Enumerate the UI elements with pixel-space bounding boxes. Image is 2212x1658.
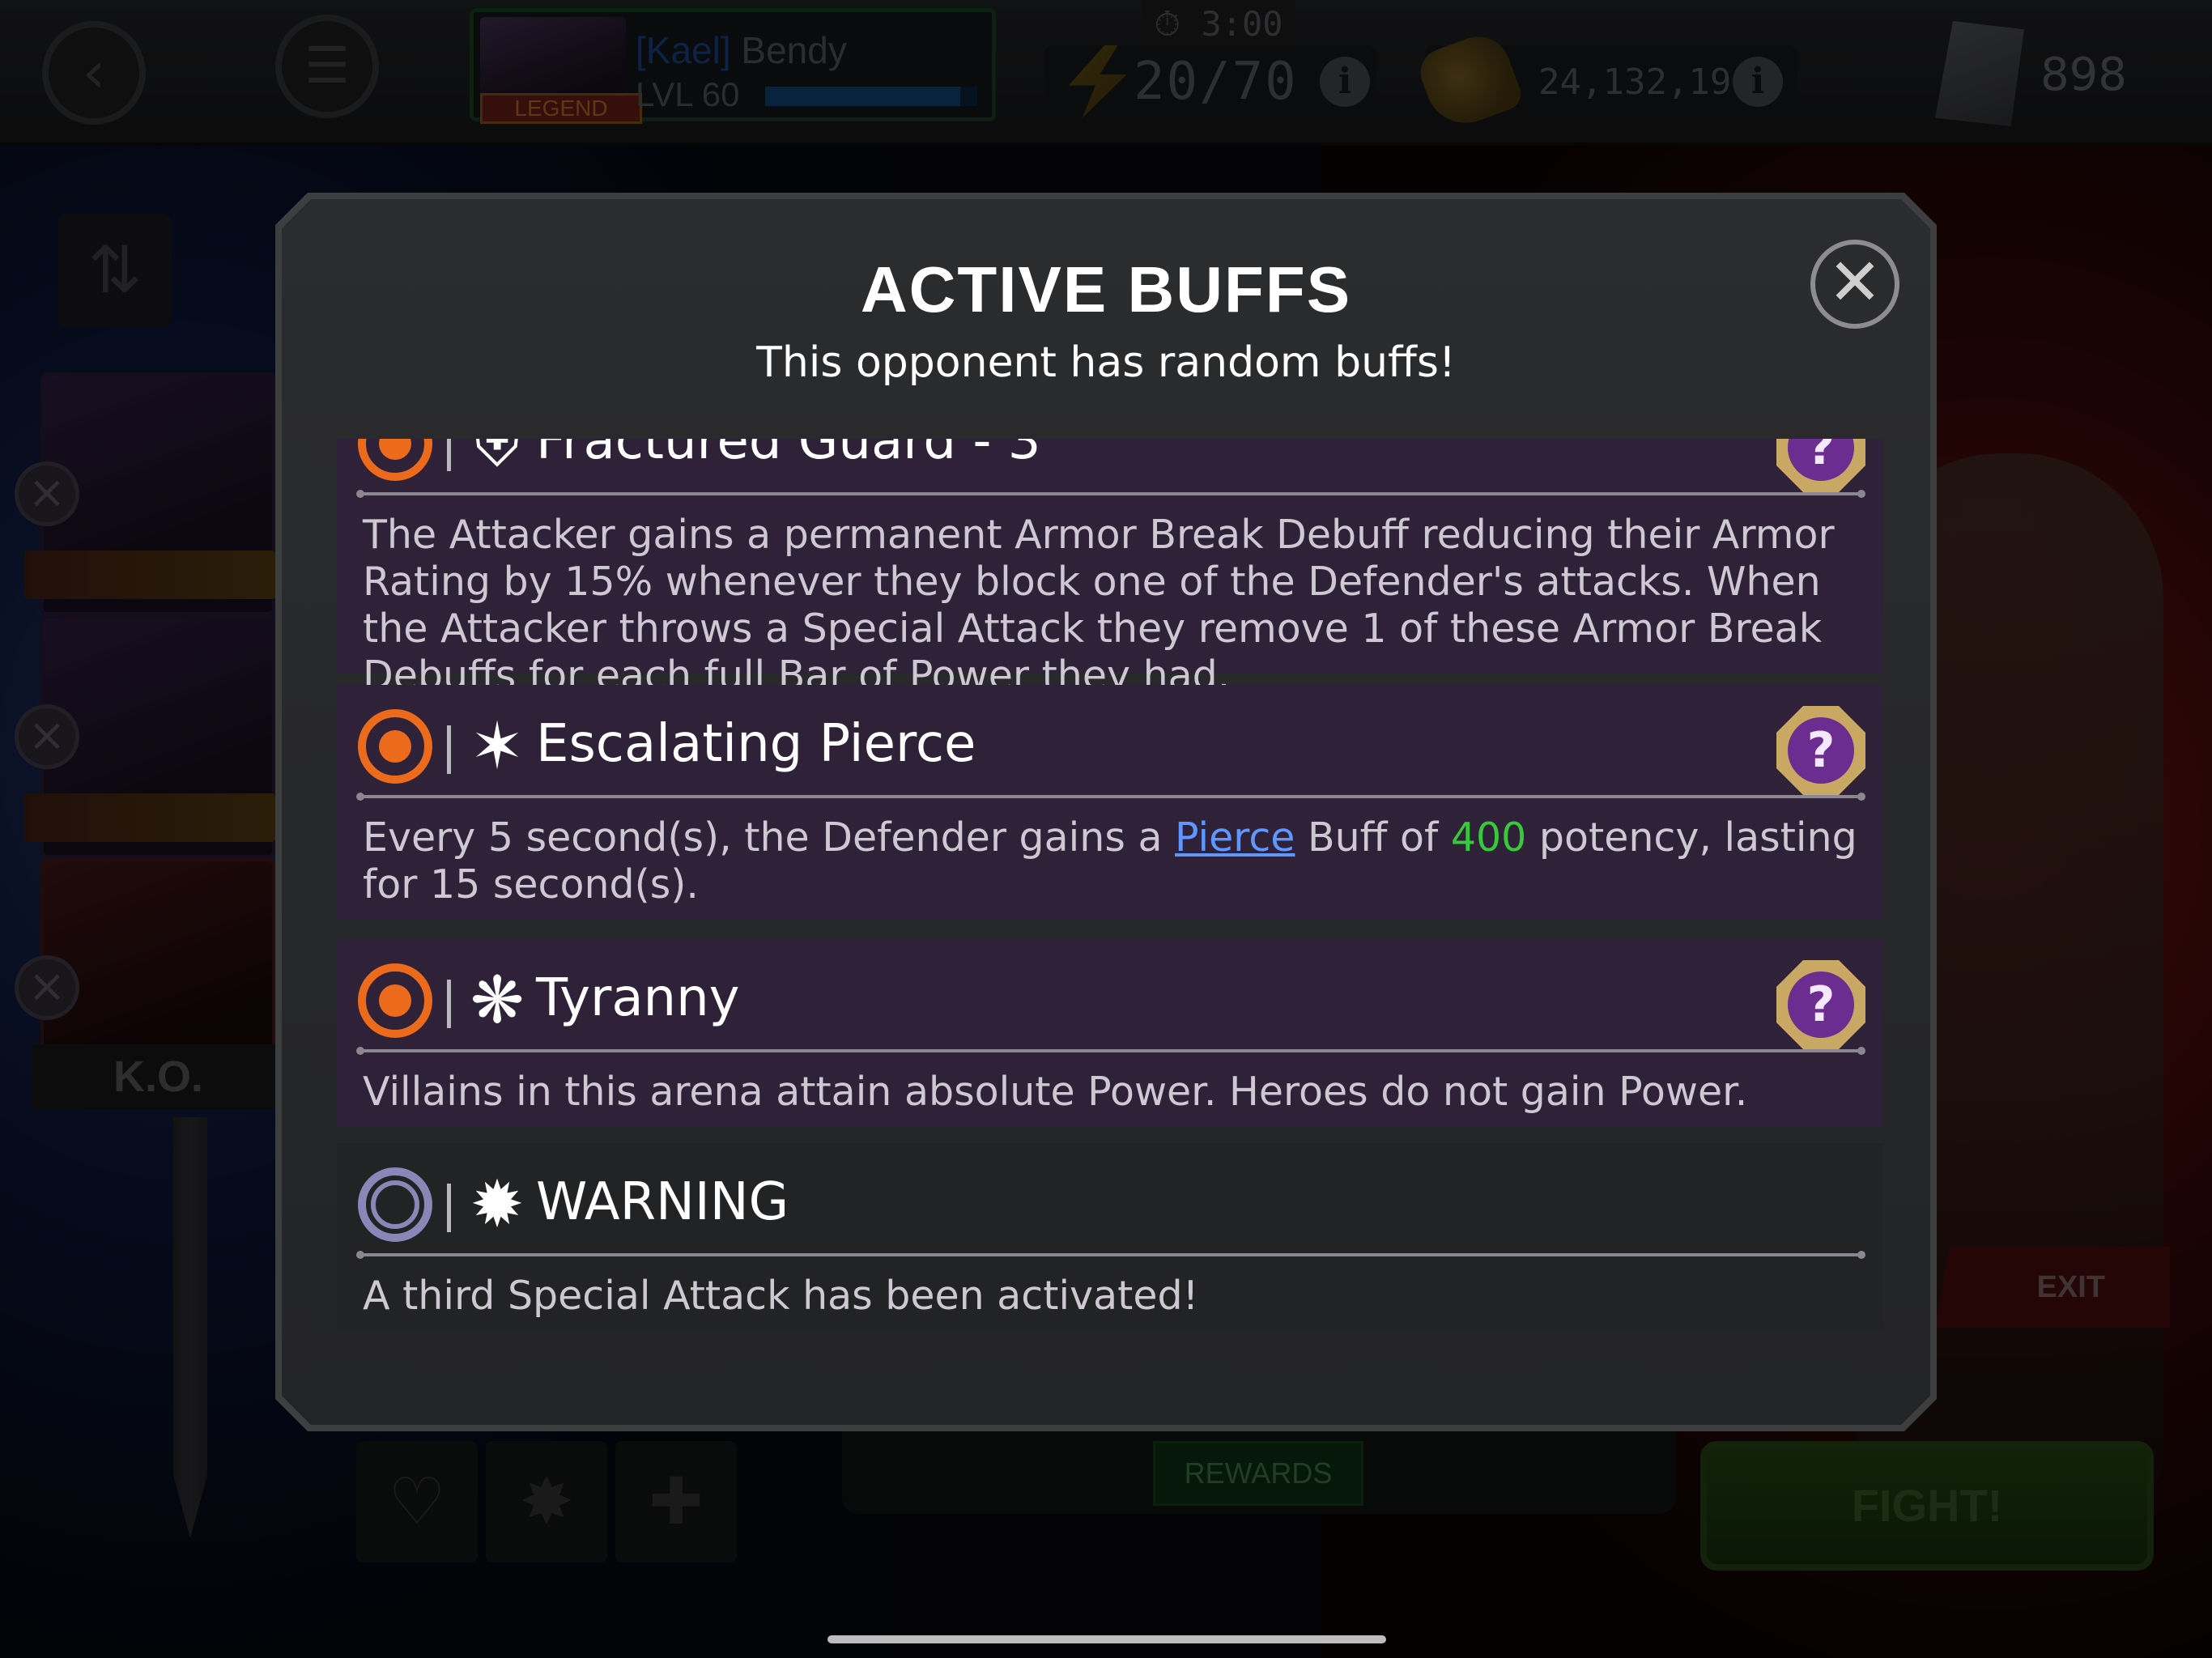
buff-description: A third Special Attack has been activate… xyxy=(363,1273,1199,1319)
active-buffs-modal: ACTIVE BUFFS This opponent has random bu… xyxy=(275,193,1937,1431)
divider xyxy=(447,725,451,774)
divider xyxy=(447,1184,451,1232)
target-icon xyxy=(358,963,432,1038)
buff-item: ❋ Tyranny Villains in this arena attain … xyxy=(337,939,1883,1127)
divider xyxy=(356,490,1865,498)
buff-description: Every 5 second(s), the Defender gains a … xyxy=(363,814,1862,908)
buff-description: Villains in this arena attain absolute P… xyxy=(363,1069,1748,1115)
burst-icon: ✹ xyxy=(470,1167,525,1242)
buff-description: The Attacker gains a permanent Armor Bre… xyxy=(363,512,1835,699)
home-indicator[interactable] xyxy=(827,1635,1386,1643)
globe-icon xyxy=(358,1167,432,1242)
potency-value: 400 xyxy=(1450,814,1527,861)
divider xyxy=(356,1251,1865,1259)
buff-header: ✹ WARNING xyxy=(337,1143,1883,1259)
buff-item-warning: ✹ WARNING A third Special Attack has bee… xyxy=(337,1143,1883,1331)
divider xyxy=(447,439,451,471)
buff-header: ⛨ Fractured Guard - 3 xyxy=(337,439,1883,498)
buff-name: WARNING xyxy=(536,1172,789,1232)
divider xyxy=(356,1047,1865,1055)
buff-help-icon[interactable] xyxy=(1776,439,1865,492)
power-lock-icon: ❋ xyxy=(470,963,525,1038)
buff-help-icon[interactable] xyxy=(1776,706,1865,795)
buff-name: Fractured Guard - 3 xyxy=(536,439,1041,471)
desc-text: Every 5 second(s), the Defender gains a xyxy=(363,814,1176,861)
close-icon: ✕ xyxy=(1827,244,1882,320)
buff-header: ❋ Tyranny xyxy=(337,939,1883,1055)
modal-body: ACTIVE BUFFS This opponent has random bu… xyxy=(282,199,1930,1425)
modal-subtitle: This opponent has random buffs! xyxy=(756,338,1456,387)
shield-break-icon: ⛨ xyxy=(473,439,521,481)
divider xyxy=(356,793,1865,801)
buff-header: ✶ Escalating Pierce xyxy=(337,685,1883,801)
pierce-link[interactable]: Pierce xyxy=(1175,814,1295,861)
buff-name: Tyranny xyxy=(536,968,740,1028)
buff-help-icon[interactable] xyxy=(1776,960,1865,1049)
buff-item: ✶ Escalating Pierce Every 5 second(s), t… xyxy=(337,685,1883,920)
buff-name: Escalating Pierce xyxy=(536,714,976,774)
pierce-icon: ✶ xyxy=(470,708,525,784)
close-button[interactable]: ✕ xyxy=(1810,240,1899,329)
modal-title: ACTIVE BUFFS xyxy=(860,253,1352,325)
buff-list[interactable]: ⛨ Fractured Guard - 3 The Attacker gains… xyxy=(337,439,1883,1381)
target-icon xyxy=(358,439,432,481)
desc-text: Buff of xyxy=(1295,814,1451,861)
target-icon xyxy=(358,709,432,784)
buff-item: ⛨ Fractured Guard - 3 The Attacker gains… xyxy=(337,439,1883,699)
divider xyxy=(447,980,451,1028)
